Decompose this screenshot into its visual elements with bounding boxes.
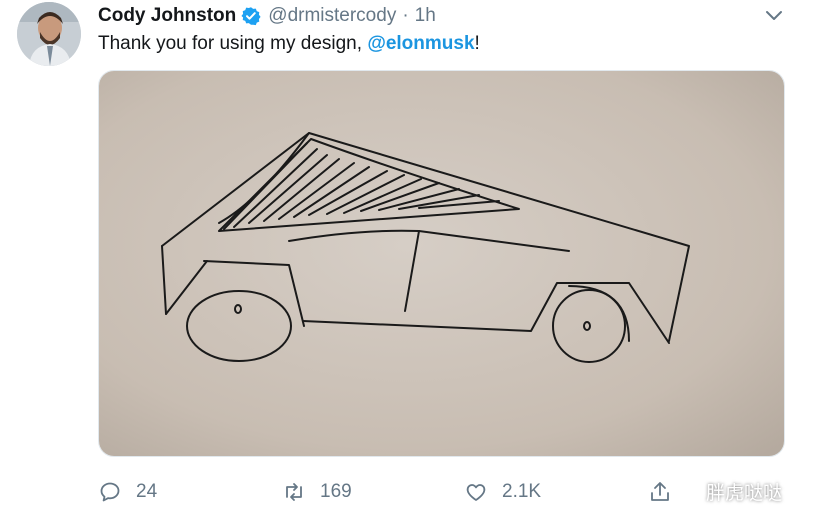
avatar-image [17,2,81,66]
car-sketch-image [99,71,784,456]
verified-badge-icon [241,7,261,26]
chevron-down-icon[interactable] [764,8,784,24]
tweet-text-end: ! [474,33,480,54]
tweet-timestamp[interactable]: 1h [415,5,436,27]
retweet-icon [286,483,302,501]
heart-icon [466,484,486,501]
watermark: 胖虎哒哒 [668,474,808,508]
like-button[interactable]: 2.1K [464,478,541,506]
mention-link[interactable]: @elonmusk [367,33,474,54]
author-name[interactable]: Cody Johnston [98,5,236,27]
retweet-count: 169 [320,481,352,502]
retweet-button[interactable]: 169 [282,478,352,506]
reply-button[interactable]: 24 [98,478,157,506]
reply-count: 24 [136,481,158,502]
tweet-text-body: Thank you for using my design, [98,33,368,54]
tweet-media-photo[interactable] [98,70,785,457]
tweet-text: Thank you for using my design, @elonmusk… [98,33,480,55]
tweet-header: Cody Johnston @drmistercody · 1h [98,4,436,28]
watermark-logo-icon [670,477,698,505]
avatar[interactable] [17,2,81,66]
like-count: 2.1K [502,481,542,502]
reply-icon [100,482,120,502]
author-handle[interactable]: @drmistercody [268,5,396,27]
watermark-text: 胖虎哒哒 [706,482,783,504]
separator-dot: · [402,5,409,26]
